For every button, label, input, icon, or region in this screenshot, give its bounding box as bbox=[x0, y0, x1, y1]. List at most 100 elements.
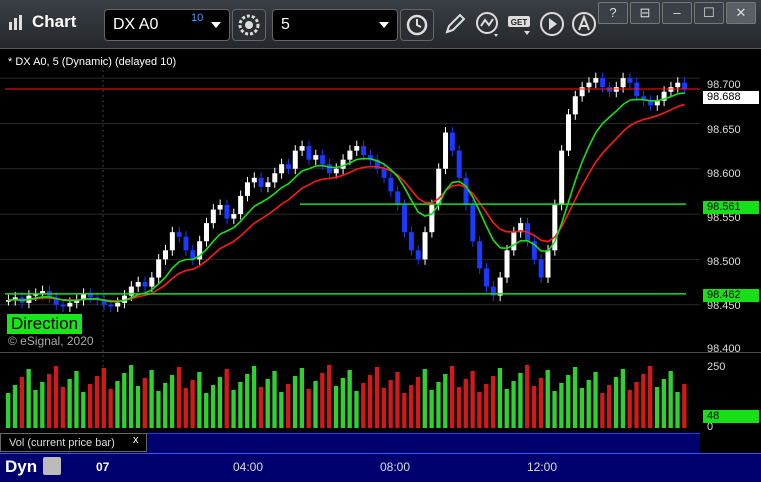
volume-bar bbox=[641, 374, 646, 428]
candle-body bbox=[395, 191, 401, 205]
time-tick-day: 07 bbox=[96, 460, 110, 474]
candle-body bbox=[149, 277, 155, 287]
candle-body bbox=[511, 232, 517, 251]
price-tick: 98.600 bbox=[707, 168, 741, 180]
candle-body bbox=[156, 259, 162, 278]
volume-bar bbox=[552, 391, 557, 428]
candle-body bbox=[572, 96, 578, 115]
volume-bar bbox=[333, 386, 339, 428]
lock-icon[interactable] bbox=[43, 457, 61, 475]
candle-body bbox=[422, 232, 428, 260]
volume-bar bbox=[156, 391, 161, 428]
volume-bar bbox=[347, 370, 352, 428]
volume-bar bbox=[654, 387, 660, 428]
volume-bar bbox=[531, 386, 537, 428]
candle-body bbox=[306, 146, 312, 160]
volume-bar bbox=[74, 371, 79, 428]
volume-bar bbox=[600, 393, 605, 428]
volume-bar bbox=[320, 373, 325, 428]
volume-bar bbox=[511, 381, 516, 428]
candle-body bbox=[272, 173, 278, 183]
volume-bar bbox=[559, 383, 564, 428]
candle-body bbox=[456, 150, 462, 178]
volume-bar bbox=[26, 369, 31, 428]
candle-body bbox=[67, 302, 73, 307]
volume-caption-close[interactable]: x bbox=[133, 434, 139, 446]
ema-red-line bbox=[8, 103, 685, 302]
volume-bar bbox=[545, 370, 550, 428]
volume-bar bbox=[149, 370, 154, 428]
volume-bar bbox=[292, 376, 298, 428]
volume-bar bbox=[224, 369, 229, 428]
candle-body bbox=[176, 232, 182, 237]
candle-body bbox=[326, 164, 332, 174]
volume-bar bbox=[265, 379, 270, 428]
candle-body bbox=[340, 159, 346, 169]
upper-level-tag: 98.561 bbox=[703, 201, 759, 214]
dynamic-label[interactable]: Dyn bbox=[5, 457, 37, 477]
candle-body bbox=[313, 155, 319, 160]
volume-bar bbox=[579, 388, 585, 428]
candle-body bbox=[224, 205, 230, 219]
candle-body bbox=[320, 155, 326, 165]
volume-bar bbox=[81, 392, 86, 428]
volume-bar bbox=[402, 393, 407, 428]
pane-divider[interactable] bbox=[0, 352, 761, 353]
volume-bar bbox=[627, 390, 632, 428]
volume-bar bbox=[279, 392, 284, 428]
candle-body bbox=[251, 177, 257, 183]
volume-bar bbox=[367, 375, 373, 428]
volume-bar bbox=[101, 368, 106, 428]
volume-bar bbox=[67, 379, 72, 428]
direction-badge: Direction bbox=[7, 314, 83, 334]
chart-caption: * DX A0, 5 (Dynamic) (delayed 10) bbox=[8, 56, 177, 68]
candle-body bbox=[504, 250, 510, 278]
volume-bar bbox=[566, 375, 571, 428]
volume-bar bbox=[6, 393, 11, 428]
volume-bar bbox=[682, 384, 687, 428]
volume-bar bbox=[60, 387, 65, 428]
volume-bar bbox=[436, 382, 441, 428]
volume-bar bbox=[593, 372, 598, 428]
volume-bar bbox=[115, 381, 120, 428]
candle-body bbox=[347, 150, 353, 160]
candle-body bbox=[470, 205, 476, 242]
volume-bar bbox=[648, 366, 653, 428]
volume-bar bbox=[258, 387, 264, 428]
volume-bar bbox=[463, 379, 468, 428]
candle-body bbox=[682, 82, 688, 89]
volume-bar bbox=[613, 377, 619, 428]
candle-body bbox=[238, 195, 244, 215]
volume-caption: Vol (current price bar) bbox=[0, 433, 147, 452]
candle-body bbox=[463, 177, 469, 205]
scroll-band[interactable] bbox=[147, 433, 700, 454]
candle-body bbox=[586, 82, 592, 88]
volume-bar bbox=[395, 372, 400, 428]
candle-body bbox=[449, 132, 455, 151]
candle-body bbox=[627, 78, 633, 83]
volume-bar bbox=[477, 392, 482, 428]
volume-bar bbox=[484, 384, 489, 428]
volume-bar bbox=[176, 367, 182, 428]
price-tick: 98.650 bbox=[707, 124, 741, 136]
volume-bar bbox=[94, 376, 100, 428]
volume-bar bbox=[340, 378, 345, 428]
vol-axis-tick: 250 bbox=[707, 361, 726, 373]
volume-bar bbox=[40, 382, 45, 428]
volume-bar bbox=[620, 369, 626, 428]
volume-bar bbox=[142, 378, 147, 428]
candle-body bbox=[299, 146, 305, 151]
volume-bar bbox=[286, 384, 291, 428]
candle-body bbox=[135, 282, 141, 287]
candle-body bbox=[381, 168, 387, 178]
candle-body bbox=[361, 146, 367, 156]
volume-bar bbox=[163, 383, 168, 428]
candle-body bbox=[244, 182, 250, 196]
candle-body bbox=[429, 205, 435, 233]
volume-bar bbox=[668, 371, 673, 428]
candle-body bbox=[217, 205, 223, 210]
volume-bar bbox=[33, 390, 38, 428]
candle-body bbox=[593, 78, 599, 83]
volume-bar bbox=[661, 379, 667, 428]
volume-bar bbox=[122, 373, 127, 428]
